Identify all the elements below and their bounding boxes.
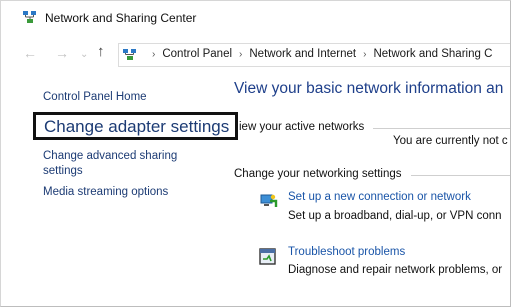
breadcrumb-network-internet[interactable]: Network and Internet	[249, 48, 356, 60]
arrow-left-icon[interactable]: ←	[23, 45, 37, 61]
new-connection-icon	[258, 192, 278, 212]
troubleshoot-link[interactable]: Troubleshoot problems	[288, 246, 405, 258]
chevron-right-icon[interactable]: ›	[363, 49, 366, 60]
control-panel-icon	[123, 48, 137, 60]
breadcrumb-control-panel[interactable]: Control Panel	[162, 48, 232, 60]
arrow-right-icon[interactable]: →	[55, 45, 69, 61]
divider	[373, 128, 510, 129]
setup-connection-link[interactable]: Set up a new connection or network	[288, 191, 471, 203]
breadcrumb: › Control Panel › Network and Internet › Netw…	[145, 48, 492, 60]
address-field[interactable]: › Control Panel › Network and Internet › Netw…	[118, 43, 510, 67]
change-settings-heading: Change your networking settings	[234, 168, 402, 180]
highlight-box: Change adapter settings	[33, 112, 238, 140]
page-title: View your basic network information an	[234, 80, 504, 97]
window: Network and Sharing Center ← → ⌄ ↑ › Cont…	[0, 0, 511, 307]
breadcrumb-network-sharing[interactable]: Network and Sharing C	[373, 48, 492, 60]
chevron-right-icon[interactable]: ›	[152, 49, 155, 60]
troubleshoot-description: Diagnose and repair network problems, or	[288, 264, 503, 276]
title-bar: Network and Sharing Center	[1, 1, 510, 35]
divider	[411, 175, 510, 176]
arrow-up-icon[interactable]: ↑	[97, 44, 105, 60]
chevron-right-icon[interactable]: ›	[239, 49, 242, 60]
network-sharing-icon	[23, 11, 37, 24]
sidebar-item-control-panel-home[interactable]: Control Panel Home	[43, 91, 147, 103]
setup-connection-description: Set up a broadband, dial-up, or VPN conn	[288, 210, 502, 222]
connection-status: You are currently not c	[393, 135, 508, 147]
troubleshoot-icon	[258, 247, 278, 267]
active-networks-heading: iew your active networks	[239, 121, 365, 133]
chevron-down-icon[interactable]: ⌄	[80, 47, 88, 63]
window-title: Network and Sharing Center	[45, 11, 197, 25]
sidebar-item-media-streaming[interactable]: Media streaming options	[43, 185, 168, 200]
address-bar: ← → ⌄ ↑ › Control Panel › Network and Inter…	[1, 39, 510, 69]
sidebar-item-advanced-sharing[interactable]: Change advanced sharing settings	[43, 149, 203, 179]
sidebar-item-change-adapter-settings[interactable]: Change adapter settings	[44, 117, 229, 137]
